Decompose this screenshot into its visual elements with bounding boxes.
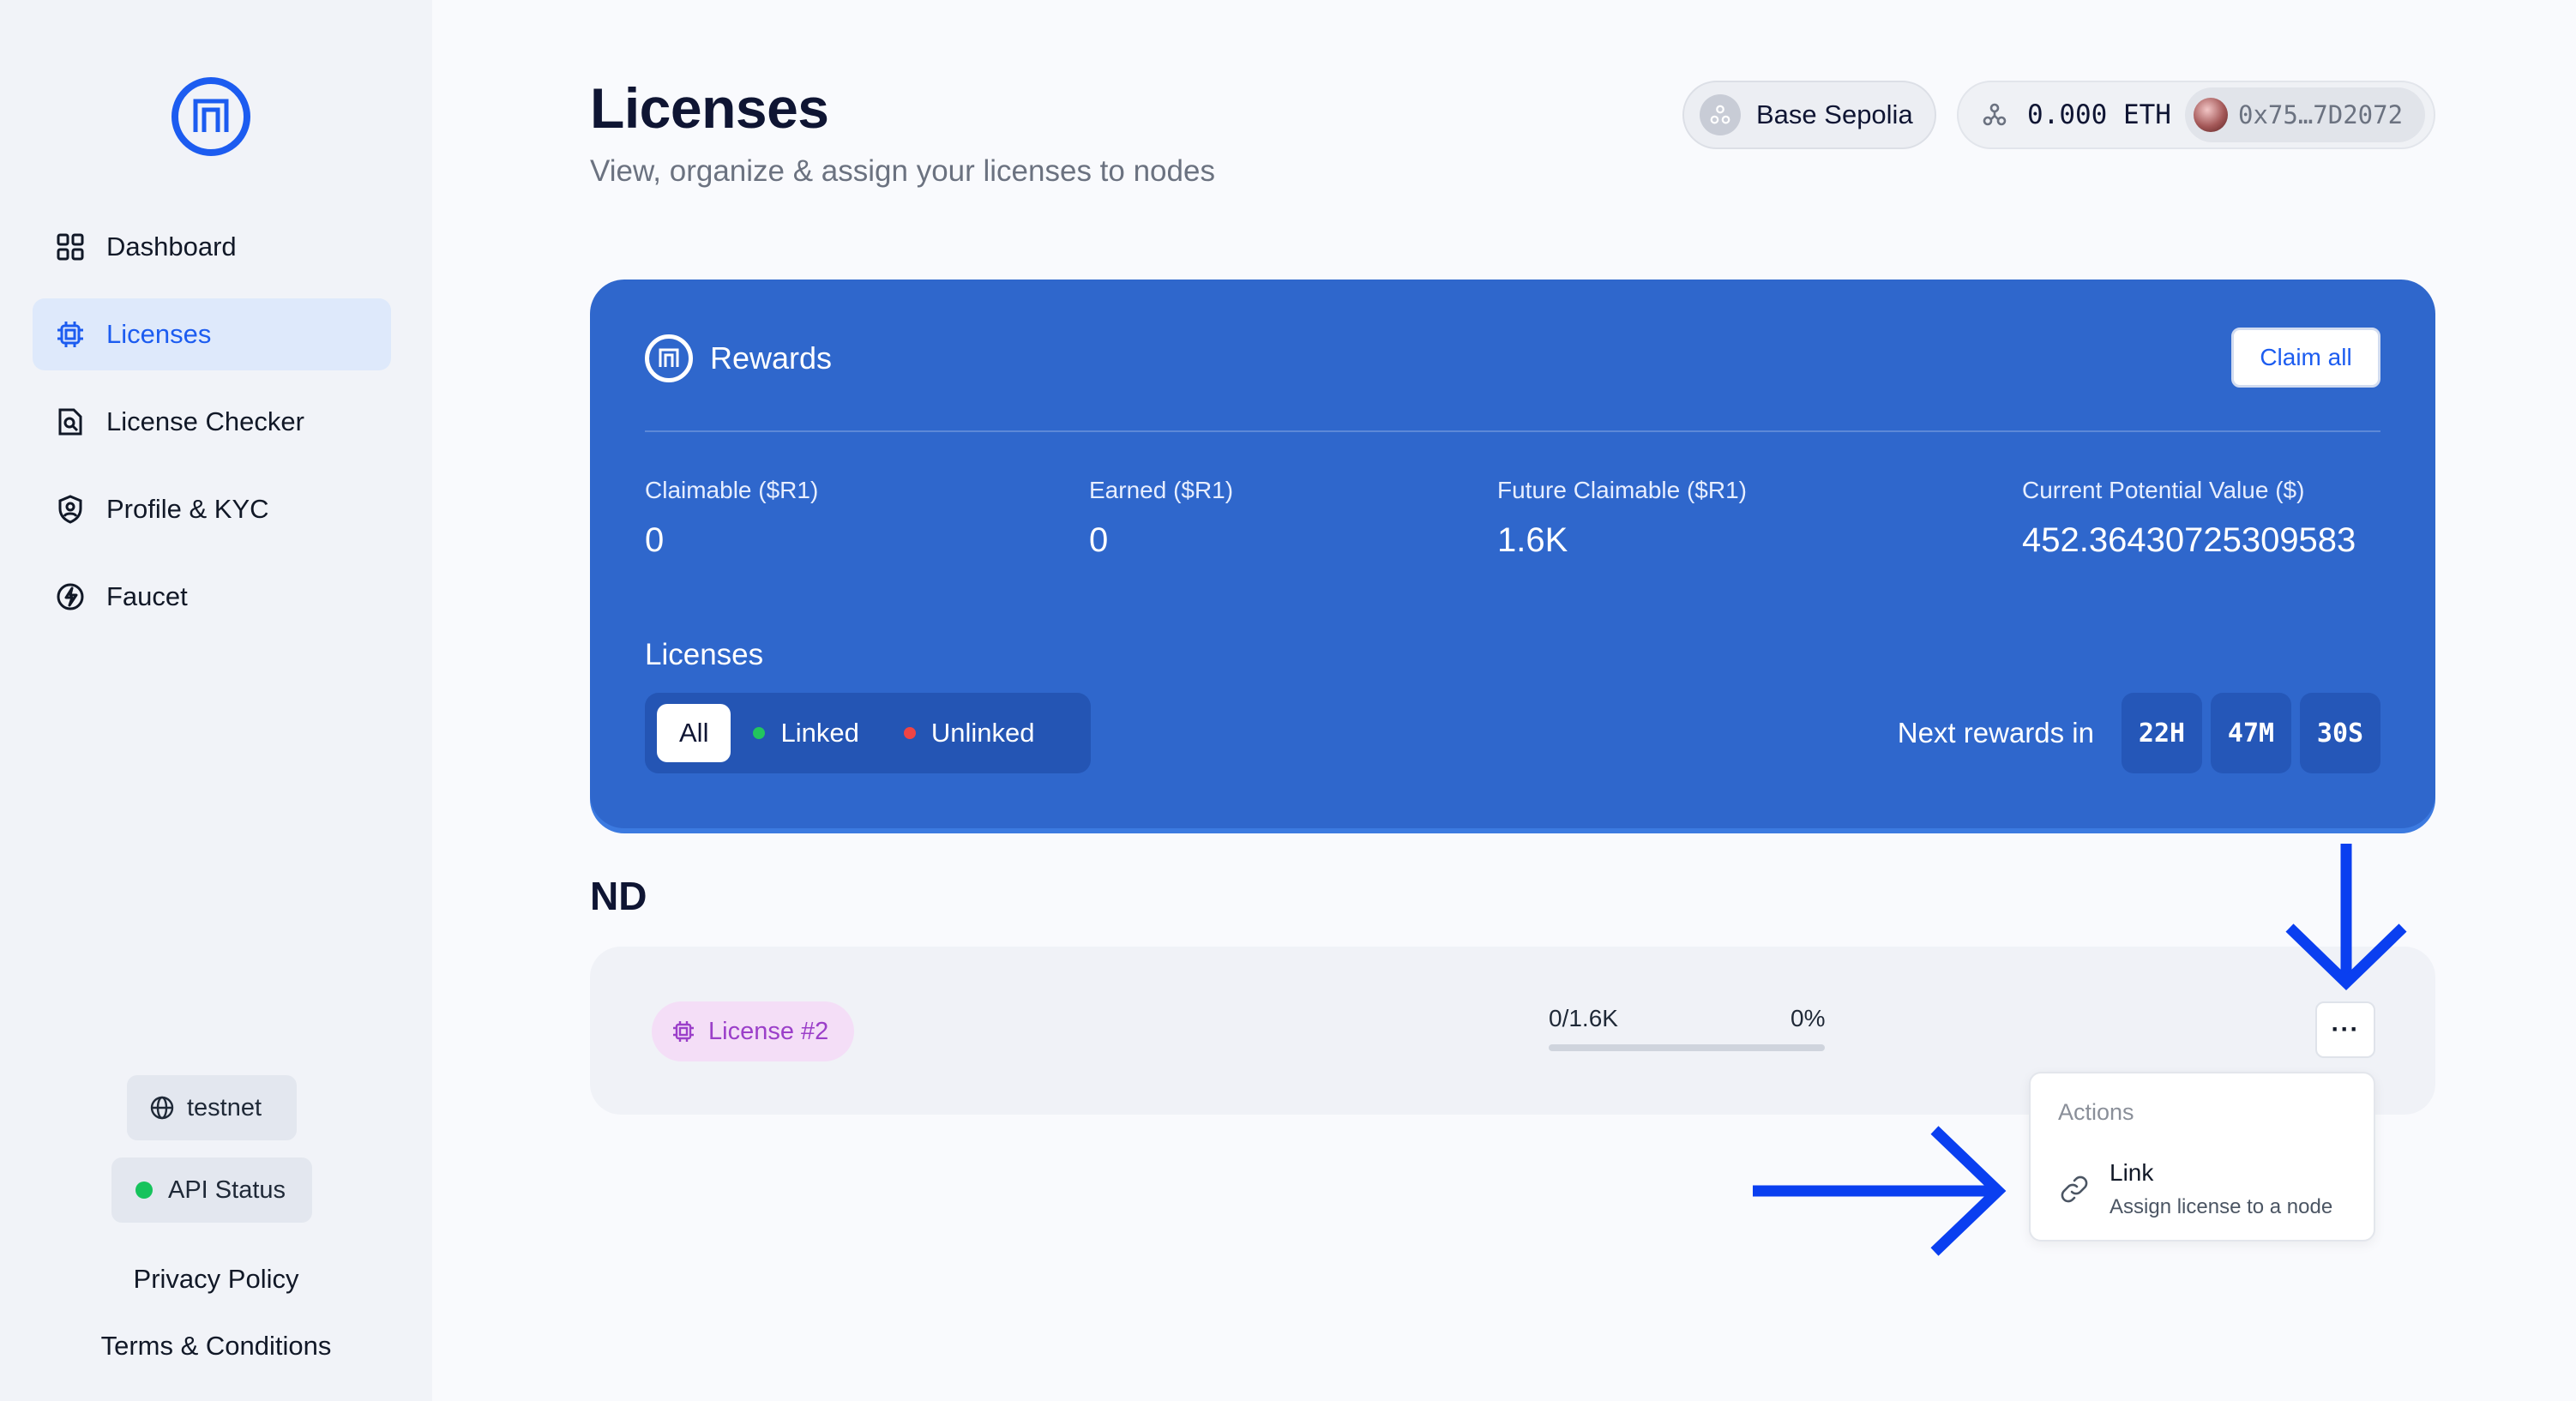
down-arrow-annotation-icon	[2285, 844, 2407, 991]
rewards-card: Rewards Claim all Claimable ($R1) 0 Earn…	[590, 280, 2435, 828]
network-name: Base Sepolia	[1756, 99, 1913, 129]
divider	[645, 430, 2380, 432]
green-dot-icon	[753, 727, 766, 739]
network-selector-button[interactable]: Base Sepolia	[1682, 81, 1936, 149]
stat-earned: Earned ($R1) 0	[1089, 477, 1233, 560]
stat-label: Earned ($R1)	[1089, 477, 1234, 503]
filter-all[interactable]: All	[657, 704, 731, 762]
wallet-address: 0x75…7D2072	[2237, 100, 2404, 129]
sidebar-item-licenses[interactable]: Licenses	[33, 298, 391, 370]
red-dot-icon	[903, 727, 916, 739]
page-subtitle: View, organize & assign your licenses to…	[590, 154, 1215, 188]
filter-linked[interactable]: Linked	[731, 704, 881, 762]
menu-item-title: Link	[2110, 1159, 2154, 1186]
network-label: testnet	[187, 1093, 262, 1121]
menu-item-description: Assign license to a node	[2110, 1195, 2333, 1218]
eth-balance: 0.000 ETH	[2027, 99, 2171, 130]
sidebar-item-label: Dashboard	[106, 231, 237, 262]
sidebar-item-license-checker[interactable]: License Checker	[33, 386, 391, 458]
dashboard-grid-icon	[55, 231, 86, 262]
link-menu-item[interactable]: Link Assign license to a node	[2041, 1149, 2365, 1231]
countdown-hours: 22H	[2122, 693, 2202, 773]
network-icon	[1700, 94, 1741, 135]
stat-claimable: Claimable ($R1) 0	[645, 477, 818, 560]
avatar	[2193, 98, 2228, 132]
countdown-minutes: 47M	[2211, 693, 2291, 773]
rewards-logo-icon	[645, 334, 693, 382]
link-icon	[2061, 1176, 2088, 1203]
stat-value: 1.6K	[1497, 521, 1568, 559]
filter-label: Unlinked	[930, 718, 1035, 748]
license-tag[interactable]: License #2	[652, 1001, 855, 1061]
next-rewards-countdown: Next rewards in 22H 47M 30S	[1898, 693, 2380, 773]
section-title: ND	[590, 874, 647, 918]
progress-percent: 0%	[1791, 1005, 1826, 1031]
license-tag-label: License #2	[708, 1017, 829, 1045]
network-nodes-icon	[1983, 103, 2007, 126]
license-search-icon	[55, 406, 86, 437]
sidebar-item-label: Licenses	[106, 319, 212, 349]
stat-label: Future Claimable ($R1)	[1497, 477, 1747, 503]
filter-unlinked[interactable]: Unlinked	[882, 704, 1057, 762]
stat-future-claimable: Future Claimable ($R1) 1.6K	[1497, 477, 1747, 560]
wallet-panel: 0.000 ETH 0x75…7D2072	[1957, 81, 2435, 149]
privacy-policy-link[interactable]: Privacy Policy	[0, 1264, 432, 1295]
bolt-icon	[55, 581, 86, 612]
chip-icon	[673, 1021, 694, 1042]
license-filter-group: All Linked Unlinked	[645, 693, 1091, 773]
globe-icon	[150, 1096, 174, 1120]
filter-label: Linked	[780, 718, 859, 748]
stat-value: 0	[1089, 521, 1109, 559]
next-rewards-label: Next rewards in	[1897, 717, 2094, 749]
api-status-label: API Status	[168, 1176, 286, 1204]
sidebar: Dashboard Licenses License Checker Profi…	[0, 0, 432, 1401]
sidebar-item-label: License Checker	[106, 406, 304, 436]
progress-bar	[1549, 1044, 1825, 1051]
stat-potential-value: Current Potential Value ($) 452.36430725…	[2022, 477, 2356, 560]
sidebar-item-label: Faucet	[106, 581, 188, 611]
sidebar-item-profile-kyc[interactable]: Profile & KYC	[33, 473, 391, 545]
sidebar-item-faucet[interactable]: Faucet	[33, 561, 391, 633]
chip-icon	[55, 319, 86, 350]
sidebar-item-label: Profile & KYC	[106, 494, 269, 524]
sidebar-item-dashboard[interactable]: Dashboard	[33, 211, 391, 283]
more-actions-button[interactable]: ···	[2315, 1001, 2375, 1058]
licenses-filter-label: Licenses	[645, 638, 764, 671]
stat-value: 0	[645, 521, 665, 559]
shield-user-icon	[55, 494, 86, 525]
app-logo-icon[interactable]	[172, 77, 250, 156]
page-title: Licenses	[590, 76, 829, 140]
stat-value: 452.36430725309583	[2022, 521, 2356, 559]
api-status-badge[interactable]: API Status	[111, 1157, 312, 1223]
menu-header: Actions	[2058, 1099, 2134, 1125]
status-dot-icon	[135, 1182, 153, 1199]
rewards-header: Rewards	[645, 334, 832, 382]
rewards-title: Rewards	[710, 340, 833, 376]
terms-link[interactable]: Terms & Conditions	[0, 1331, 432, 1362]
progress-count: 0/1.6K	[1549, 1005, 1618, 1031]
stat-label: Current Potential Value ($)	[2022, 477, 2305, 503]
filter-label: All	[679, 718, 709, 748]
network-badge[interactable]: testnet	[127, 1075, 297, 1140]
claim-all-button[interactable]: Claim all	[2231, 328, 2380, 388]
right-arrow-annotation-icon	[1753, 1126, 2007, 1256]
actions-menu: Actions Link Assign license to a node	[2029, 1072, 2375, 1242]
countdown-seconds: 30S	[2300, 693, 2380, 773]
stat-label: Claimable ($R1)	[645, 477, 819, 503]
wallet-address-button[interactable]: 0x75…7D2072	[2184, 87, 2426, 142]
